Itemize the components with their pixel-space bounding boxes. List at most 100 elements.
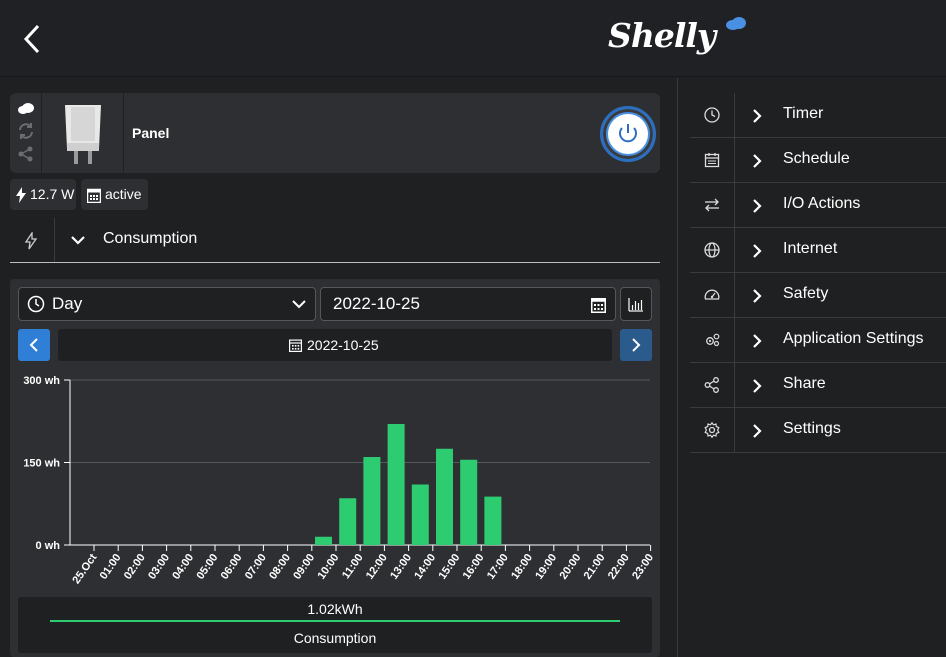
y-tick-label: 300 wh xyxy=(23,375,60,387)
x-tick-label: 14:00 xyxy=(412,552,438,582)
x-tick-label: 16:00 xyxy=(461,552,487,582)
arrows-icon xyxy=(705,198,719,212)
menu-item-label: Internet xyxy=(783,240,838,257)
chevron-right-icon xyxy=(632,338,641,352)
x-tick-label: 04:00 xyxy=(170,552,196,582)
menu-item-label: Timer xyxy=(783,105,824,122)
power-reading-badge: 12.7 W xyxy=(10,179,76,210)
chevron-down-icon xyxy=(292,300,306,309)
gear-icon xyxy=(704,421,720,439)
power-icon xyxy=(619,124,637,143)
calendar-icon xyxy=(591,298,606,313)
x-tick-label: 25.Oct xyxy=(70,552,99,587)
period-select[interactable]: Day xyxy=(18,287,316,321)
share-icon xyxy=(704,377,719,393)
legend-label: Consumption xyxy=(293,630,377,646)
x-tick-label: 19:00 xyxy=(533,552,559,582)
next-date-button[interactable] xyxy=(620,329,652,361)
x-tick-label: 21:00 xyxy=(582,552,608,582)
legend-line xyxy=(50,620,620,622)
clock-icon xyxy=(704,107,720,123)
calendar-icon xyxy=(87,188,101,203)
menu-item-label: Application Settings xyxy=(783,330,924,347)
settings-menu: Timer Schedule I/O Actions Internet Safety Ap… xyxy=(690,93,946,453)
menu-separator xyxy=(734,138,735,182)
section-title: Consumption xyxy=(103,230,198,247)
top-bar: Shelly xyxy=(0,0,946,77)
date-display[interactable]: 2022-10-25 xyxy=(58,329,612,361)
bar xyxy=(315,536,332,545)
menu-separator xyxy=(734,318,735,362)
consumption-section-header[interactable]: Consumption xyxy=(10,218,660,263)
menu-separator xyxy=(734,363,735,407)
bar xyxy=(484,496,502,545)
x-tick-label: 11:00 xyxy=(340,552,366,581)
calendar-icon xyxy=(289,339,302,352)
device-card: Panel xyxy=(10,93,660,173)
share-icon[interactable] xyxy=(17,145,35,163)
y-tick-label: 150 wh xyxy=(23,458,60,470)
x-tick-label: 20:00 xyxy=(557,552,583,582)
chart-summary: 1.02kWh Consumption xyxy=(18,597,652,653)
menu-item-label: I/O Actions xyxy=(783,195,861,212)
menu-separator xyxy=(734,93,735,137)
menu-item-settings[interactable]: Settings xyxy=(690,408,946,453)
menu-separator xyxy=(734,183,735,227)
x-tick-label: 10:00 xyxy=(315,552,341,582)
menu-item-label: Schedule xyxy=(783,150,850,167)
bar xyxy=(363,457,381,545)
x-tick-label: 09:00 xyxy=(291,552,317,582)
gauge-icon xyxy=(704,289,720,300)
menu-item-schedule[interactable]: Schedule xyxy=(690,138,946,183)
total-consumption: 1.02kWh xyxy=(307,601,363,617)
chevron-left-icon xyxy=(23,24,40,54)
device-image xyxy=(43,93,124,173)
menu-item-internet[interactable]: Internet xyxy=(690,228,946,273)
menu-item-timer[interactable]: Timer xyxy=(690,93,946,138)
menu-item-label: Share xyxy=(783,375,826,392)
x-tick-label: 15:00 xyxy=(436,552,462,582)
previous-date-button[interactable] xyxy=(18,329,50,361)
y-tick-label: 0 wh xyxy=(36,540,61,552)
consumption-chart: 300 wh 150 wh 0 wh 25.Oct01:0002:0003:0004:… xyxy=(23,375,656,587)
header-separator xyxy=(54,218,55,262)
x-tick-label: 01:00 xyxy=(98,552,124,582)
x-tick-label: 22:00 xyxy=(606,552,632,582)
x-tick-label: 08:00 xyxy=(267,552,293,582)
x-tick-label: 05:00 xyxy=(194,552,220,582)
x-tick-label: 23:00 xyxy=(630,552,656,582)
menu-item-safety[interactable]: Safety xyxy=(690,273,946,318)
device-status-icons xyxy=(10,93,42,173)
chevron-right-icon xyxy=(753,199,762,213)
brand-logo: Shelly xyxy=(608,14,758,64)
bar xyxy=(411,484,429,545)
bar xyxy=(436,448,453,545)
chart-type-button[interactable] xyxy=(620,287,652,321)
bolt-icon xyxy=(16,187,26,203)
menu-item-application-settings[interactable]: Application Settings xyxy=(690,318,946,363)
consumption-panel: Day 2022-10-25 2022-10-25 300 wh 150 wh … xyxy=(10,279,660,657)
chevron-right-icon xyxy=(753,109,762,123)
cloud-icon xyxy=(726,17,746,30)
x-tick-label: 06:00 xyxy=(219,552,245,582)
smart-plug-icon xyxy=(65,105,101,164)
chevron-right-icon xyxy=(753,424,762,438)
menu-item-i-o-actions[interactable]: I/O Actions xyxy=(690,183,946,228)
period-value: Day xyxy=(52,294,83,313)
back-button[interactable] xyxy=(18,22,48,56)
power-button-face xyxy=(608,114,648,154)
chevron-right-icon xyxy=(753,244,762,258)
chevron-right-icon xyxy=(753,154,762,168)
x-tick-label: 03:00 xyxy=(146,552,172,582)
panel-divider xyxy=(677,78,678,657)
clock-icon xyxy=(27,295,45,313)
date-input[interactable]: 2022-10-25 xyxy=(320,287,616,321)
calendar-icon xyxy=(704,153,720,168)
bar xyxy=(460,459,478,545)
sync-icon[interactable] xyxy=(17,122,35,140)
bar-chart-icon xyxy=(628,298,643,312)
power-button[interactable] xyxy=(600,106,656,162)
x-tick-label: 18:00 xyxy=(509,552,535,582)
menu-item-share[interactable]: Share xyxy=(690,363,946,408)
bolt-outline-icon xyxy=(24,232,38,250)
